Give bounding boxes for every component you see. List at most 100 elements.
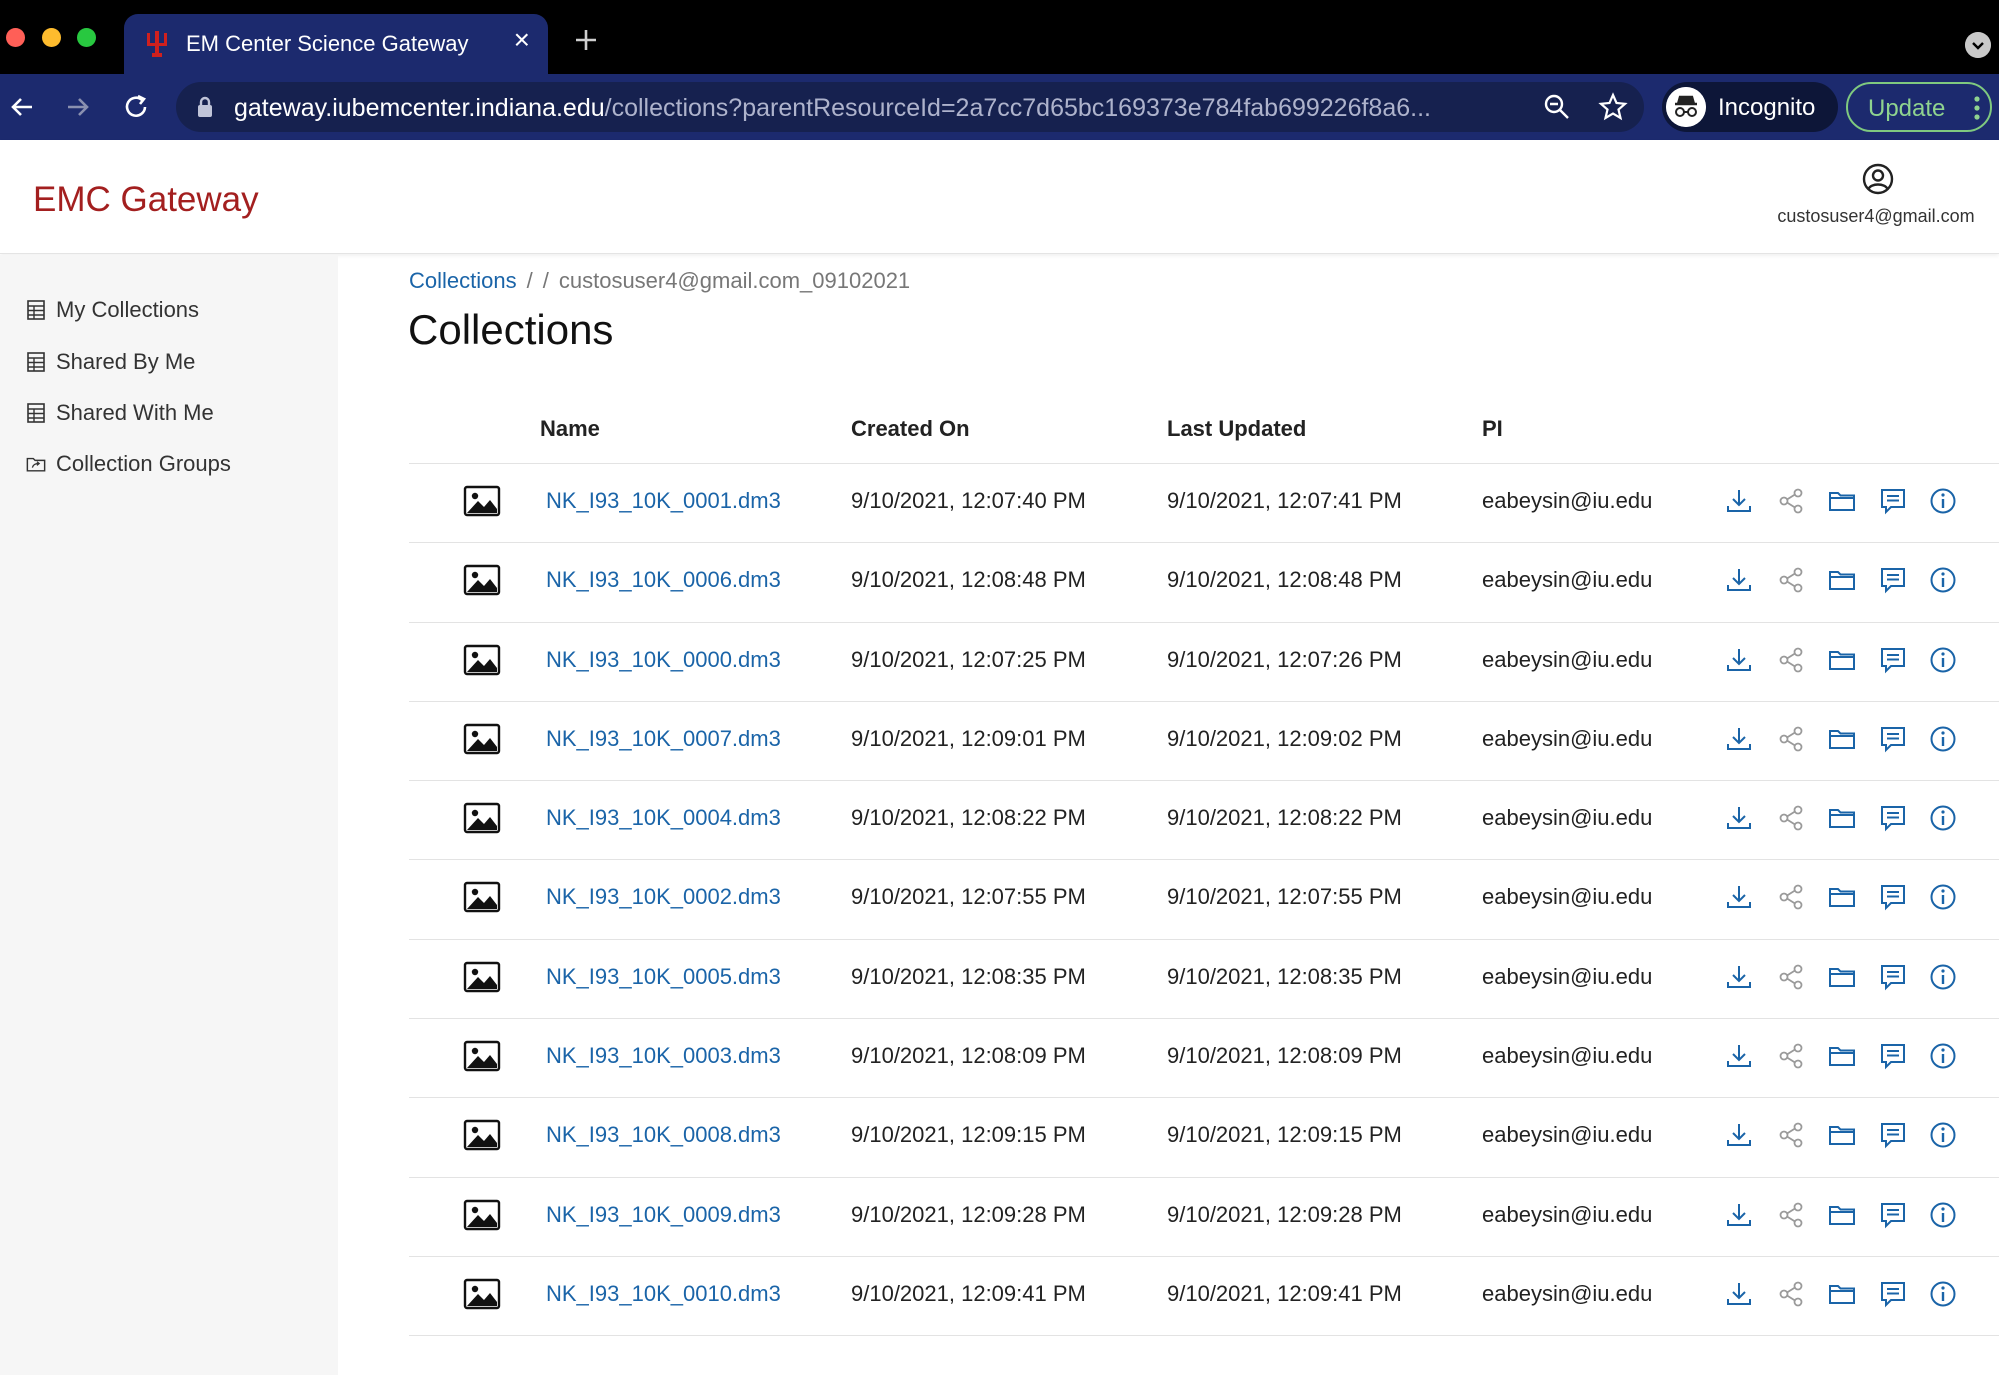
download-icon[interactable] [1724, 882, 1754, 912]
folder-icon[interactable] [1827, 882, 1857, 912]
image-file-icon [463, 1278, 501, 1310]
window-minimize-button[interactable] [42, 28, 61, 47]
info-icon[interactable] [1928, 962, 1958, 992]
zoom-magnifier-icon[interactable] [1542, 92, 1572, 122]
comment-icon[interactable] [1878, 1041, 1908, 1071]
collection-name-link[interactable]: NK_I93_10K_0002.dm3 [546, 884, 781, 910]
download-icon[interactable] [1724, 1041, 1754, 1071]
info-icon[interactable] [1928, 645, 1958, 675]
lock-icon[interactable] [196, 96, 214, 118]
folder-icon[interactable] [1827, 1200, 1857, 1230]
incognito-badge[interactable]: Incognito [1662, 82, 1838, 132]
sidebar-item-shared-by-me[interactable]: Shared By Me [26, 345, 195, 379]
created-on-cell: 9/10/2021, 12:08:48 PM [851, 567, 1086, 593]
user-menu[interactable]: custosuser4@gmail.com [1740, 162, 1999, 242]
user-account-icon[interactable] [1861, 162, 1895, 196]
collection-name-link[interactable]: NK_I93_10K_0003.dm3 [546, 1043, 781, 1069]
browser-tab-active[interactable]: EM Center Science Gateway × [124, 14, 548, 74]
download-icon[interactable] [1724, 486, 1754, 516]
table-row: NK_I93_10K_0004.dm3 9/10/2021, 12:08:22 … [409, 781, 1999, 861]
collection-name-link[interactable]: NK_I93_10K_0010.dm3 [546, 1281, 781, 1307]
share-icon[interactable] [1776, 1200, 1806, 1230]
folder-icon[interactable] [1827, 724, 1857, 754]
comment-icon[interactable] [1878, 803, 1908, 833]
bookmark-star-icon[interactable] [1598, 92, 1628, 122]
sidebar-item-my-collections[interactable]: My Collections [26, 293, 199, 327]
comment-icon[interactable] [1878, 486, 1908, 516]
folder-icon[interactable] [1827, 962, 1857, 992]
collection-name-link[interactable]: NK_I93_10K_0007.dm3 [546, 726, 781, 752]
comment-icon[interactable] [1878, 724, 1908, 754]
folder-icon[interactable] [1827, 565, 1857, 595]
comment-icon[interactable] [1878, 1279, 1908, 1309]
comment-icon[interactable] [1878, 882, 1908, 912]
collection-name-link[interactable]: NK_I93_10K_0008.dm3 [546, 1122, 781, 1148]
reload-icon[interactable] [120, 91, 152, 123]
more-vertical-icon[interactable] [1974, 96, 1980, 120]
folder-icon[interactable] [1827, 803, 1857, 833]
window-maximize-button[interactable] [77, 28, 96, 47]
collection-name-link[interactable]: NK_I93_10K_0001.dm3 [546, 488, 781, 514]
share-icon[interactable] [1776, 1041, 1806, 1071]
share-icon[interactable] [1776, 645, 1806, 675]
comment-icon[interactable] [1878, 1200, 1908, 1230]
comment-icon[interactable] [1878, 962, 1908, 992]
folder-icon[interactable] [1827, 1120, 1857, 1150]
update-button[interactable]: Update [1846, 82, 1992, 132]
breadcrumb-collections-link[interactable]: Collections [409, 268, 517, 293]
info-icon[interactable] [1928, 486, 1958, 516]
url-text[interactable]: gateway.iubemcenter.indiana.edu/collecti… [234, 94, 1544, 123]
share-icon[interactable] [1776, 962, 1806, 992]
collection-name-link[interactable]: NK_I93_10K_0004.dm3 [546, 805, 781, 831]
new-tab-icon[interactable] [572, 26, 600, 54]
back-arrow-icon[interactable] [6, 91, 38, 123]
comment-icon[interactable] [1878, 1120, 1908, 1150]
brand-logo-text[interactable]: EMC Gateway [33, 180, 259, 220]
download-icon[interactable] [1724, 1200, 1754, 1230]
share-icon[interactable] [1776, 803, 1806, 833]
folder-icon[interactable] [1827, 645, 1857, 675]
info-icon[interactable] [1928, 882, 1958, 912]
info-icon[interactable] [1928, 565, 1958, 595]
sidebar-item-collection-groups[interactable]: Collection Groups [26, 447, 231, 481]
tab-close-icon[interactable]: × [514, 26, 530, 54]
share-icon[interactable] [1776, 565, 1806, 595]
collection-name-link[interactable]: NK_I93_10K_0006.dm3 [546, 567, 781, 593]
info-icon[interactable] [1928, 1279, 1958, 1309]
download-icon[interactable] [1724, 1120, 1754, 1150]
info-icon[interactable] [1928, 1120, 1958, 1150]
download-icon[interactable] [1724, 803, 1754, 833]
download-icon[interactable] [1724, 724, 1754, 754]
app-header: EMC Gateway custosuser4@gmail.com [0, 140, 1999, 254]
share-icon[interactable] [1776, 486, 1806, 516]
download-icon[interactable] [1724, 1279, 1754, 1309]
column-header-pi[interactable]: PI [1482, 416, 1503, 442]
share-icon[interactable] [1776, 882, 1806, 912]
download-icon[interactable] [1724, 962, 1754, 992]
download-icon[interactable] [1724, 565, 1754, 595]
address-bar[interactable]: gateway.iubemcenter.indiana.edu/collecti… [176, 82, 1644, 132]
comment-icon[interactable] [1878, 645, 1908, 675]
share-icon[interactable] [1776, 724, 1806, 754]
collection-name-link[interactable]: NK_I93_10K_0000.dm3 [546, 647, 781, 673]
share-icon[interactable] [1776, 1279, 1806, 1309]
tab-search-chevron-icon[interactable] [1965, 32, 1991, 58]
column-header-created[interactable]: Created On [851, 416, 970, 442]
info-icon[interactable] [1928, 803, 1958, 833]
info-icon[interactable] [1928, 1041, 1958, 1071]
folder-icon[interactable] [1827, 1041, 1857, 1071]
folder-icon[interactable] [1827, 486, 1857, 516]
window-close-button[interactable] [6, 28, 25, 47]
sidebar-item-shared-with-me[interactable]: Shared With Me [26, 396, 214, 430]
folder-icon[interactable] [1827, 1279, 1857, 1309]
info-icon[interactable] [1928, 1200, 1958, 1230]
column-header-name[interactable]: Name [540, 416, 600, 442]
download-icon[interactable] [1724, 645, 1754, 675]
collection-name-link[interactable]: NK_I93_10K_0005.dm3 [546, 964, 781, 990]
comment-icon[interactable] [1878, 565, 1908, 595]
forward-arrow-icon[interactable] [62, 91, 94, 123]
share-icon[interactable] [1776, 1120, 1806, 1150]
info-icon[interactable] [1928, 724, 1958, 754]
column-header-updated[interactable]: Last Updated [1167, 416, 1306, 442]
collection-name-link[interactable]: NK_I93_10K_0009.dm3 [546, 1202, 781, 1228]
